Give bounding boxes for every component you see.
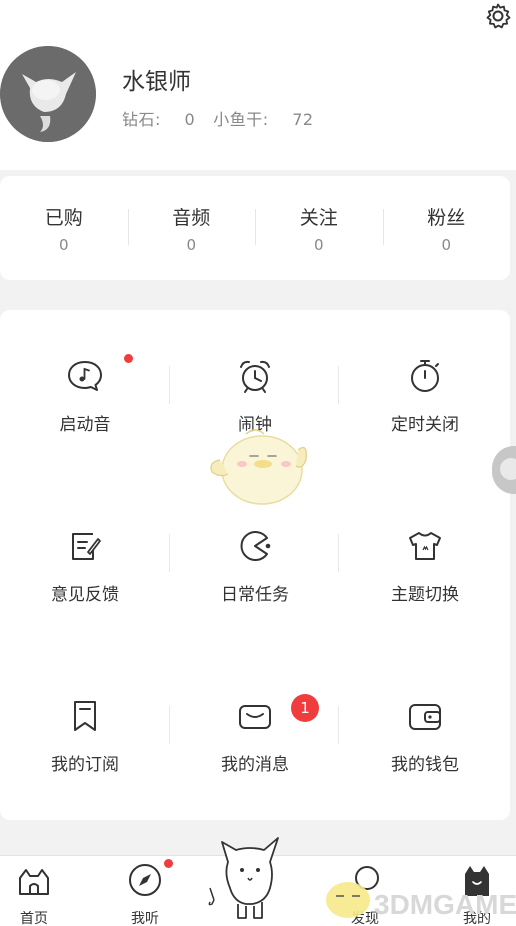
menu-grid: 启动音 闹钟 定时关闭 意见反馈 日常任务 主题切换 我的订阅 1 我的消息 我… xyxy=(0,310,510,820)
user-stats: 钻石: 0 小鱼干: 72 xyxy=(122,106,314,130)
home-cat-icon xyxy=(19,869,49,895)
profile-header: 水银师 钻石: 0 小鱼干: 72 xyxy=(0,0,516,170)
menu-subscriptions[interactable]: 我的订阅 xyxy=(0,650,170,820)
menu-wallet[interactable]: 我的钱包 xyxy=(340,650,510,820)
username: 水银师 xyxy=(122,69,191,95)
count-label: 音频 xyxy=(172,206,211,229)
message-badge: 1 xyxy=(291,694,319,722)
count-label: 已购 xyxy=(44,206,83,229)
menu-startup-sound[interactable]: 启动音 xyxy=(0,310,170,480)
tab-label: 首页 xyxy=(20,911,48,926)
menu-label: 启动音 xyxy=(59,415,111,435)
tshirt-icon xyxy=(409,532,441,560)
alarm-clock-icon xyxy=(240,360,270,393)
fish-label: 小鱼干: xyxy=(213,110,269,129)
count-audio[interactable]: 音频 0 xyxy=(127,203,256,254)
menu-feedback[interactable]: 意见反馈 xyxy=(0,480,170,650)
message-icon xyxy=(239,705,271,729)
cat-avatar-icon xyxy=(0,46,96,142)
wallet-icon xyxy=(409,704,441,730)
timer-icon xyxy=(411,360,439,392)
menu-label: 定时关闭 xyxy=(391,415,459,435)
count-purchased[interactable]: 已购 0 xyxy=(0,203,128,254)
counts-card: 已购 0 音频 0 关注 0 粉丝 0 xyxy=(0,176,510,280)
menu-theme-switch[interactable]: 主题切换 xyxy=(340,480,510,650)
compass-icon xyxy=(129,864,161,896)
menu-label: 我的钱包 xyxy=(391,755,459,775)
menu-messages[interactable]: 1 我的消息 xyxy=(170,650,340,820)
tab-home[interactable]: 首页 xyxy=(0,856,79,926)
count-following[interactable]: 关注 0 xyxy=(255,203,383,254)
watermark-text: 3DMGAME xyxy=(374,889,516,920)
feedback-icon xyxy=(72,533,101,560)
bookmark-icon xyxy=(74,701,96,731)
music-bubble-icon xyxy=(68,361,102,391)
menu-label: 主题切换 xyxy=(391,585,459,605)
avatar[interactable] xyxy=(0,46,96,142)
menu-label: 日常任务 xyxy=(221,585,289,605)
tab-listening[interactable]: 我听 xyxy=(100,856,190,926)
watermark-logo: 3DMGAME xyxy=(326,882,516,920)
new-dot xyxy=(164,859,173,868)
count-value: 0 xyxy=(313,235,324,254)
menu-timer-close[interactable]: 定时关闭 xyxy=(340,310,510,480)
pacman-task-icon xyxy=(240,531,271,561)
count-label: 关注 xyxy=(299,206,338,229)
tab-label: 我听 xyxy=(131,911,159,926)
menu-label: 意见反馈 xyxy=(51,585,119,605)
fish-stat: 小鱼干: 72 xyxy=(213,110,313,129)
diamond-value: 0 xyxy=(184,110,196,129)
menu-label: 我的订阅 xyxy=(51,755,119,775)
count-value: 0 xyxy=(58,235,69,254)
new-dot xyxy=(124,354,133,363)
gear-icon[interactable] xyxy=(484,2,512,30)
cat-mascot-icon[interactable] xyxy=(208,830,290,922)
count-value: 0 xyxy=(186,235,197,254)
count-fans[interactable]: 粉丝 0 xyxy=(382,203,511,254)
diamond-label: 钻石: xyxy=(122,110,161,129)
count-value: 0 xyxy=(441,235,452,254)
diamond-stat: 钻石: 0 xyxy=(122,110,195,129)
fish-value: 72 xyxy=(292,110,314,129)
bird-mascot-icon xyxy=(210,429,307,505)
count-label: 粉丝 xyxy=(427,206,466,229)
menu-label: 我的消息 xyxy=(221,755,289,775)
